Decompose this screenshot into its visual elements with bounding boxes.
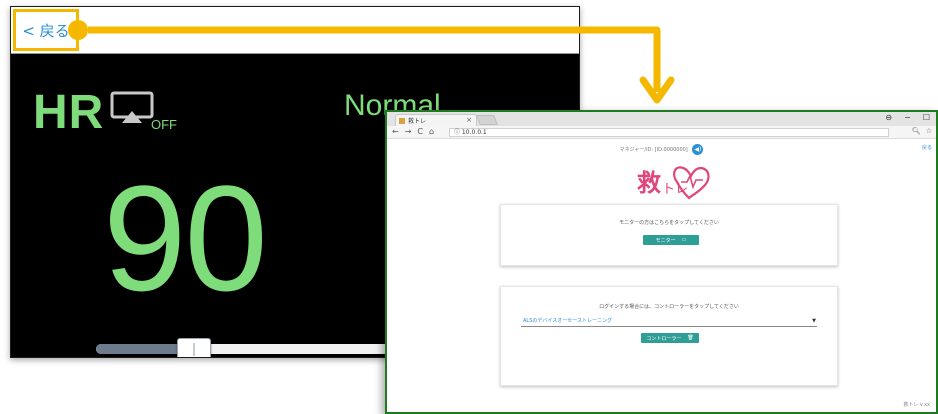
back-arrow-icon[interactable]: ← (392, 127, 399, 136)
forward-arrow-icon[interactable]: → (405, 127, 412, 136)
web-page: マネジャー/ID: [ID.0000000] ◀) 戻る 救 トレ モニターの方… (387, 140, 936, 412)
reload-icon[interactable]: C (417, 127, 423, 136)
favicon-icon (399, 118, 405, 124)
training-select-value: ALSのデバイスオーセーストレーニング (523, 318, 612, 324)
screen-cast-icon[interactable] (110, 91, 156, 125)
browser-toolbar: ← → C ⌂ ⓘ 10.0.0.1 🔍︎ ☆ (387, 126, 936, 139)
monitor-card-text: モニターの方はこちらをタップしてください (619, 220, 719, 226)
bookmark-star-icon[interactable]: ☆ (926, 127, 932, 135)
svg-text:トレ: トレ (662, 182, 688, 197)
controller-card: ログインする場合には、コントローラーをタップしてください ALSのデバイスオーセ… (500, 286, 838, 386)
tab-close-icon[interactable]: × (466, 116, 472, 124)
monitor-top-bar: < 戻る (11, 7, 579, 54)
zoom-icon[interactable]: 🔍︎ (912, 127, 921, 135)
cast-off-label: OFF (151, 117, 177, 132)
speaker-icon[interactable]: ◀) (692, 144, 704, 155)
stage: < 戻る HR OFF Normal 90 救トレ × ⊖ − ☐ ← → C … (0, 0, 938, 414)
hr-label: HR (33, 86, 105, 139)
back-link[interactable]: < 戻る (13, 9, 79, 51)
nav-icons: ← → C ⌂ (392, 127, 434, 136)
info-icon: ⓘ (454, 129, 462, 136)
monitor-button[interactable]: モニター ▭ (643, 235, 699, 245)
url-text: 10.0.0.1 (461, 129, 487, 136)
profile-icon[interactable]: ⊖ (885, 113, 892, 122)
address-bar[interactable]: ⓘ 10.0.0.1 (449, 128, 889, 137)
display-icon: ▭ (681, 237, 687, 243)
session-info: マネジャー/ID: [ID.0000000] ◀) (387, 144, 936, 155)
svg-text:救: 救 (637, 169, 661, 197)
tab-title: 救トレ (408, 118, 427, 125)
new-tab-button[interactable] (476, 115, 498, 125)
callout-arrowhead (639, 76, 675, 104)
window-controls: ⊖ − ☐ (885, 113, 930, 122)
controller-card-text: ログインする場合には、コントローラーをタップしてください (599, 304, 739, 310)
controller-button[interactable]: コントローラー 🗑︎ (641, 333, 699, 343)
slider-thumb[interactable] (177, 338, 211, 357)
training-select[interactable]: ALSのデバイスオーセーストレーニング ▼ (521, 317, 817, 327)
trash-icon: 🗑︎ (687, 335, 694, 341)
tab-strip: 救トレ × ⊖ − ☐ (387, 112, 936, 126)
dropdown-arrow-icon: ▼ (812, 318, 816, 324)
session-id-text: マネジャー/ID: [ID.0000000] (619, 147, 688, 153)
browser-tab[interactable]: 救トレ × (395, 114, 477, 126)
controller-button-label: コントローラー (646, 335, 682, 342)
page-footer: 救トレ v.xx (903, 402, 930, 408)
minimize-button[interactable]: − (904, 113, 911, 122)
toolbar-right: 🔍︎ ☆ (912, 127, 932, 135)
heart-rate-value: 90 (103, 154, 268, 322)
monitor-button-label: モニター (655, 237, 676, 244)
corner-link[interactable]: 戻る (922, 144, 932, 151)
maximize-button[interactable]: ☐ (923, 113, 930, 122)
monitor-card: モニターの方はこちらをタップしてください モニター ▭ (500, 204, 838, 266)
kyutore-logo: 救 トレ (637, 166, 710, 200)
home-icon[interactable]: ⌂ (429, 127, 434, 136)
browser-window: 救トレ × ⊖ − ☐ ← → C ⌂ ⓘ 10.0.0.1 🔍︎ ☆ マネジャ… (385, 110, 938, 414)
